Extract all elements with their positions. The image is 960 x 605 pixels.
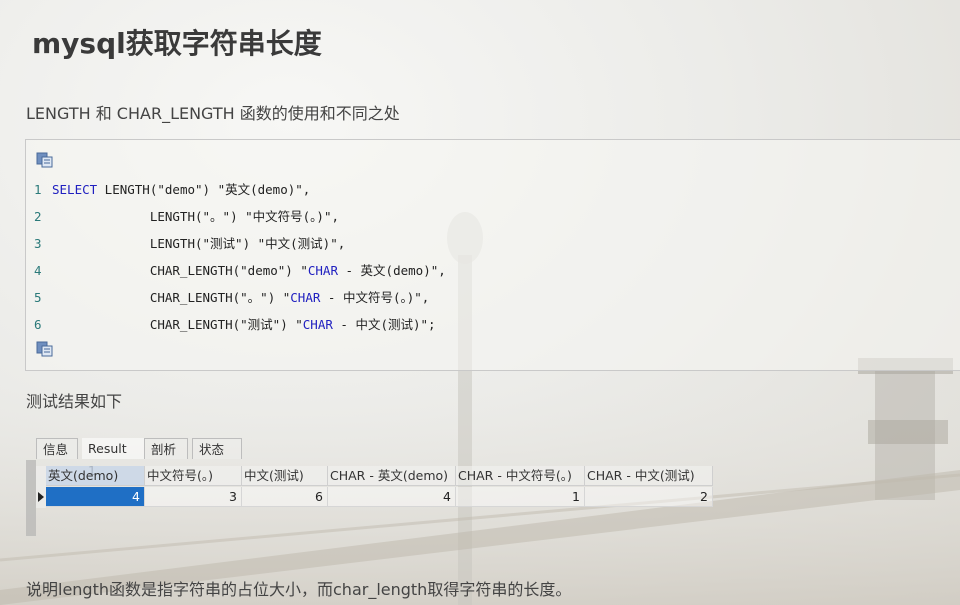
column-header[interactable]: 英文(demo) [46, 466, 145, 486]
code-text: CHAR_LENGTH("demo") " [52, 263, 308, 278]
code-text: LENGTH("。") "中文符号(。)", [52, 209, 339, 224]
code-text: CHAR_LENGTH("测试") " [52, 317, 303, 332]
line-number: 4 [34, 263, 42, 278]
line-number: 2 [34, 209, 42, 224]
sql-keyword: CHAR [290, 290, 321, 305]
tab-profile[interactable]: 剖析 [144, 438, 188, 459]
grid-cell[interactable]: 3 [145, 487, 242, 507]
line-number: 3 [34, 236, 42, 251]
column-header[interactable]: CHAR - 英文(demo) [328, 466, 456, 486]
code-line: 3 LENGTH("测试") "中文(测试)", [34, 233, 345, 253]
current-row-arrow-icon [38, 492, 44, 502]
result-grid-screenshot: 信息 Result 1 剖析 状态 英文(demo) 中文符号(。) 中文(测试… [26, 438, 716, 538]
column-header[interactable]: CHAR - 中文(测试) [585, 466, 713, 486]
code-line: 4 CHAR_LENGTH("demo") "CHAR - 英文(demo)", [34, 260, 446, 280]
code-text: - 中文(测试)"; [332, 317, 436, 332]
code-text: - 英文(demo)", [337, 263, 446, 278]
page-title: mysql获取字符串长度 [32, 27, 322, 60]
grid-cell[interactable]: 1 [456, 487, 585, 507]
code-block: 1 SELECT LENGTH("demo") "英文(demo)", 2 LEN… [25, 139, 960, 371]
code-line: 1 SELECT LENGTH("demo") "英文(demo)", [34, 179, 310, 199]
code-text: LENGTH("demo") "英文(demo)", [97, 182, 311, 197]
line-number: 1 [34, 182, 42, 197]
grid-cell[interactable]: 2 [585, 487, 713, 507]
grid-cell[interactable]: 4 [328, 487, 456, 507]
code-line: 2 LENGTH("。") "中文符号(。)", [34, 206, 339, 226]
column-header[interactable]: CHAR - 中文符号(。) [456, 466, 585, 486]
tab-info[interactable]: 信息 [36, 438, 78, 459]
sql-keyword: CHAR [302, 317, 333, 332]
code-text: - 中文符号(。)", [320, 290, 430, 305]
copy-code-icon[interactable] [36, 341, 54, 357]
results-label: 测试结果如下 [26, 392, 123, 411]
code-text: LENGTH("测试") "中文(测试)", [52, 236, 346, 251]
grid-cell[interactable]: 4 [46, 487, 145, 507]
code-line: 6 CHAR_LENGTH("测试") "CHAR - 中文(测试)"; [34, 314, 436, 334]
copy-code-icon[interactable] [36, 152, 54, 168]
line-number: 5 [34, 290, 42, 305]
tab-status[interactable]: 状态 [192, 438, 242, 459]
grid-cell[interactable]: 6 [242, 487, 328, 507]
tab-result-1[interactable]: Result 1 [82, 438, 144, 478]
conclusion-text: 说明length函数是指字符串的占位大小，而char_length取得字符串的长… [26, 580, 572, 599]
grid-gutter [26, 460, 36, 536]
code-text: CHAR_LENGTH("。") " [52, 290, 291, 305]
code-line: 5 CHAR_LENGTH("。") "CHAR - 中文符号(。)", [34, 287, 429, 307]
sql-keyword: CHAR [307, 263, 338, 278]
sql-keyword: SELECT [52, 182, 98, 197]
column-header[interactable]: 中文符号(。) [145, 466, 242, 486]
column-header[interactable]: 中文(测试) [242, 466, 328, 486]
line-number: 6 [34, 317, 42, 332]
intro-text: LENGTH 和 CHAR_LENGTH 函数的使用和不同之处 [26, 104, 400, 123]
